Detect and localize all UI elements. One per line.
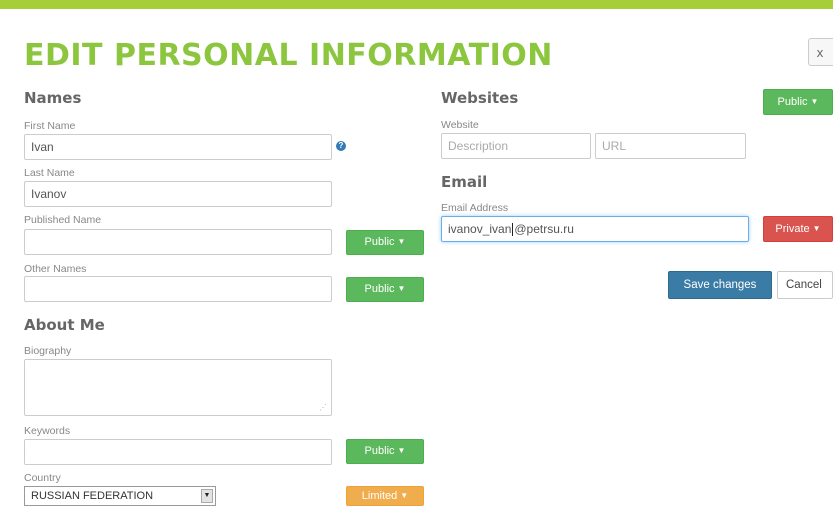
first-name-label: First Name <box>24 120 76 132</box>
biography-label: Biography <box>24 345 72 357</box>
keywords-input[interactable] <box>24 439 332 465</box>
published-name-label: Published Name <box>24 214 102 226</box>
country-visibility-button[interactable]: Limited ▼ <box>346 486 424 506</box>
country-visibility-label: Limited <box>361 490 398 502</box>
email-address-input[interactable]: ivanov_ivan @petrsu.ru <box>441 216 749 242</box>
published-name-visibility-button[interactable]: Public ▼ <box>346 230 424 255</box>
last-name-label: Last Name <box>24 167 75 179</box>
website-description-input[interactable]: Description <box>441 133 591 159</box>
country-select[interactable]: RUSSIAN FEDERATION ▼ <box>24 486 216 506</box>
websites-visibility-label: Public <box>777 96 808 108</box>
caret-down-icon: ▼ <box>397 237 406 246</box>
email-value-start: ivanov_ivan <box>448 222 512 236</box>
dropdown-arrow-icon[interactable]: ▼ <box>201 489 213 503</box>
first-name-input[interactable]: Ivan <box>24 134 332 160</box>
cancel-button[interactable]: Cancel <box>777 271 833 299</box>
close-button[interactable]: x <box>808 38 833 66</box>
save-changes-button[interactable]: Save changes <box>668 271 772 299</box>
question-circle-icon[interactable]: ? <box>336 141 346 151</box>
email-heading: Email <box>441 173 488 191</box>
caret-down-icon: ▼ <box>810 97 819 106</box>
email-visibility-button[interactable]: Private ▼ <box>763 216 833 242</box>
website-url-input[interactable]: URL <box>595 133 746 159</box>
about-me-heading: About Me <box>24 316 105 334</box>
other-names-input[interactable] <box>24 276 332 302</box>
caret-down-icon: ▼ <box>397 284 406 293</box>
country-label: Country <box>24 472 61 484</box>
resize-grip-icon[interactable]: ⋰ <box>319 404 327 412</box>
biography-textarea[interactable]: ⋰ <box>24 359 332 416</box>
published-name-input[interactable] <box>24 229 332 255</box>
keywords-visibility-button[interactable]: Public ▼ <box>346 439 424 464</box>
keywords-visibility-label: Public <box>364 445 395 457</box>
website-label: Website <box>441 119 479 131</box>
websites-heading: Websites <box>441 89 519 107</box>
other-names-label: Other Names <box>24 263 87 275</box>
top-accent-bar <box>0 0 833 9</box>
email-address-label: Email Address <box>441 202 509 214</box>
keywords-label: Keywords <box>24 425 71 437</box>
other-names-visibility-button[interactable]: Public ▼ <box>346 277 424 302</box>
page-title: EDIT PERSONAL INFORMATION <box>24 38 553 73</box>
caret-down-icon: ▼ <box>400 491 409 500</box>
email-value-end: @petrsu.ru <box>514 222 574 236</box>
other-names-visibility-label: Public <box>364 283 395 295</box>
published-name-visibility-label: Public <box>364 236 395 248</box>
websites-visibility-button[interactable]: Public ▼ <box>763 89 833 115</box>
names-heading: Names <box>24 89 82 107</box>
email-visibility-label: Private <box>775 223 810 235</box>
caret-down-icon: ▼ <box>812 224 821 233</box>
last-name-input[interactable]: Ivanov <box>24 181 332 207</box>
caret-down-icon: ▼ <box>397 446 406 455</box>
country-value: RUSSIAN FEDERATION <box>31 490 154 502</box>
